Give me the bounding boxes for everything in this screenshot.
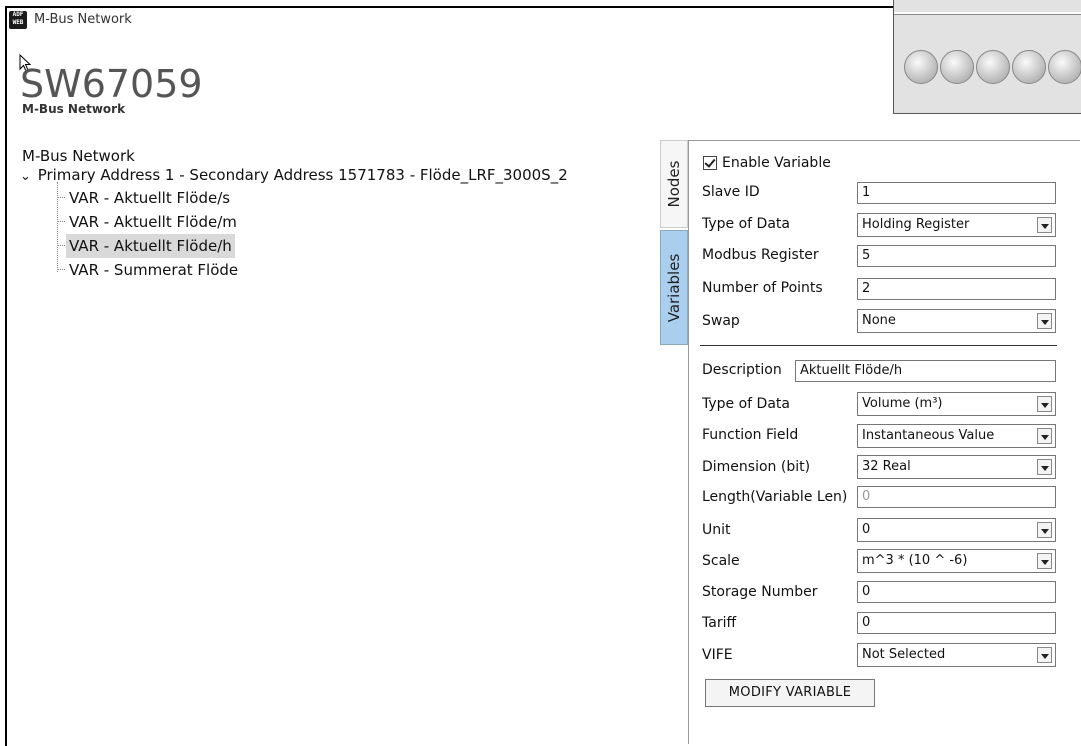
slave-id-label: Slave ID [702,184,760,200]
function-field-label: Function Field [702,427,799,443]
section-divider [700,345,1057,346]
window-title: M-Bus Network [34,12,132,27]
device-led-icon [1048,50,1081,84]
mbus-type-of-data-select[interactable]: Volume (m³) [857,392,1056,416]
modbus-register-label: Modbus Register [702,247,819,263]
tree-connector [57,182,58,272]
scale-value: m^3 * (10 ^ -6) [862,553,968,568]
type-of-data-select[interactable]: Holding Register [857,213,1056,237]
unit-value: 0 [862,522,871,537]
function-field-value: Instantaneous Value [862,428,995,443]
swap-select[interactable]: None [857,309,1056,333]
vife-value: Not Selected [862,647,946,662]
app-logo-icon: ADF WEB [9,11,27,29]
tree-item-var[interactable]: VAR - Aktuellt Flöde/m [66,210,240,234]
tab-nodes[interactable]: Nodes [660,140,688,228]
device-led-icon [976,50,1010,84]
tree-connector [57,269,65,270]
swap-value: None [862,313,896,328]
unit-label: Unit [702,522,731,538]
device-led-icon [940,50,974,84]
scale-select[interactable]: m^3 * (10 ^ -6) [857,549,1056,573]
type-of-data-label: Type of Data [702,216,790,232]
function-field-select[interactable]: Instantaneous Value [857,424,1056,448]
number-of-points-input[interactable]: 2 [857,278,1056,300]
description-label: Description [702,362,782,378]
storage-number-label: Storage Number [702,584,818,600]
tree-connector [57,221,65,222]
enable-variable-label: Enable Variable [722,155,831,171]
enable-variable-checkbox[interactable] [703,156,717,170]
chevron-down-icon[interactable] [1037,396,1052,412]
chevron-down-icon[interactable] [1037,313,1052,329]
product-code: SW67059 [20,62,203,106]
description-input[interactable]: Aktuellt Flöde/h [795,360,1056,382]
chevron-down-icon[interactable] [1037,459,1052,475]
tree-item-var-selected[interactable]: VAR - Aktuellt Flöde/h [66,234,235,258]
tariff-input[interactable]: 0 [857,612,1056,634]
swap-label: Swap [702,313,740,329]
modbus-register-input[interactable]: 5 [857,245,1056,267]
device-image [893,0,1081,114]
chevron-down-icon[interactable] [1037,553,1052,569]
length-label: Length(Variable Len) [702,489,848,505]
vife-label: VIFE [702,647,733,663]
chevron-down-icon[interactable]: ⌄ [20,169,31,184]
tree-connector [57,197,65,198]
type-of-data-value: Holding Register [862,217,970,232]
device-led-icon [904,50,938,84]
mbus-type-of-data-value: Volume (m³) [862,396,943,411]
tree-item-var[interactable]: VAR - Aktuellt Flöde/s [66,186,233,210]
dimension-label: Dimension (bit) [702,459,811,475]
chevron-down-icon[interactable] [1037,522,1052,538]
product-subtitle: M-Bus Network [22,102,126,116]
tab-variables[interactable]: Variables [660,230,688,345]
unit-select[interactable]: 0 [857,518,1056,542]
tariff-label: Tariff [702,615,737,631]
length-input[interactable]: 0 [857,486,1056,508]
chevron-down-icon[interactable] [1037,647,1052,663]
tree-connector [57,245,65,246]
scale-label: Scale [702,553,740,569]
modify-variable-button[interactable]: MODIFY VARIABLE [705,679,875,707]
number-of-points-label: Number of Points [702,280,823,296]
dimension-select[interactable]: 32 Real [857,455,1056,479]
storage-number-input[interactable]: 0 [857,581,1056,603]
chevron-down-icon[interactable] [1037,428,1052,444]
tree-item-var[interactable]: VAR - Summerat Flöde [66,258,241,282]
title-bar [7,8,887,48]
chevron-down-icon[interactable] [1037,217,1052,233]
device-led-icon [1012,50,1046,84]
slave-id-input[interactable]: 1 [857,182,1056,204]
tree-node-label: Primary Address 1 - Secondary Address 15… [37,166,568,184]
type-of-data-label: Type of Data [702,396,790,412]
tab-variables-label: Variables [665,253,683,322]
vife-select[interactable]: Not Selected [857,643,1056,667]
dimension-value: 32 Real [862,459,911,474]
tab-nodes-label: Nodes [665,160,683,208]
